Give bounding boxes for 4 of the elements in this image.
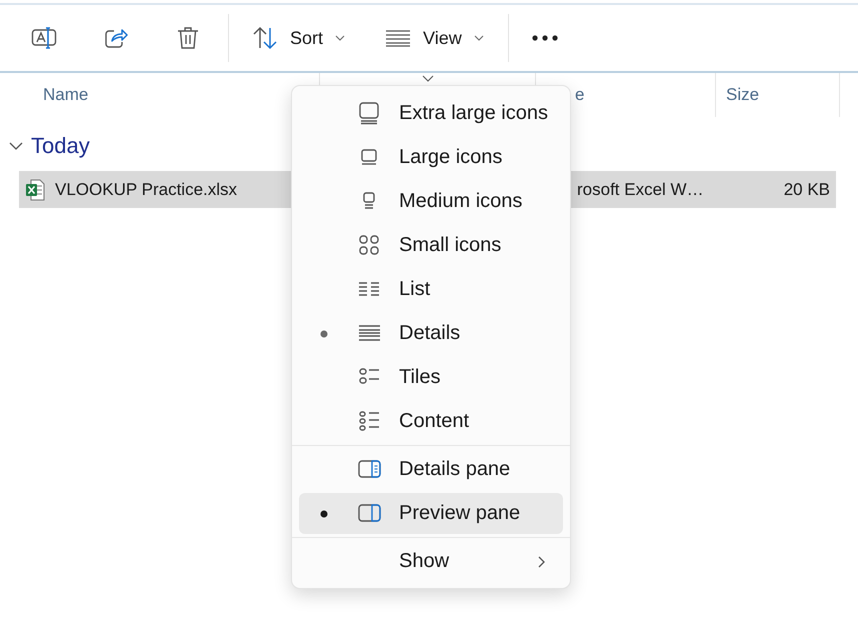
- file-name: VLOOKUP Practice.xlsx: [55, 180, 238, 200]
- group-header: Today: [31, 133, 90, 159]
- file-type: rosoft Excel W…: [577, 180, 705, 200]
- file-size: 20 KB: [782, 180, 831, 200]
